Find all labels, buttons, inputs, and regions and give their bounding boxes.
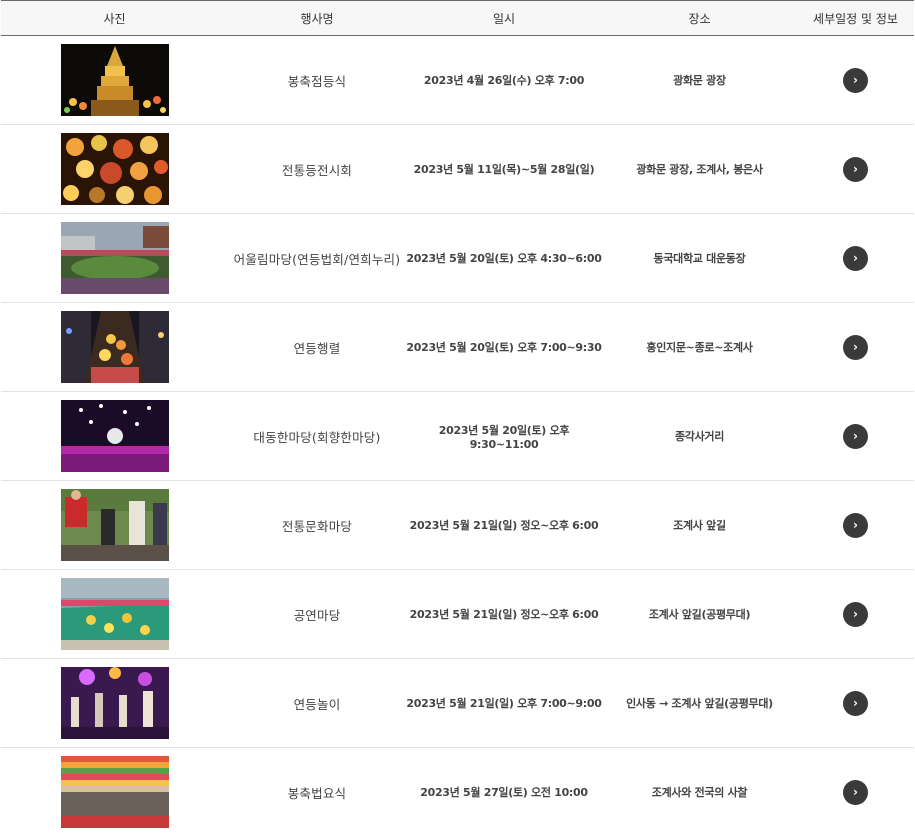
chevron-right-icon: ›: [853, 518, 858, 532]
detail-button[interactable]: ›: [843, 68, 868, 93]
event-date: 2023년 5월 21일(일) 정오~오후 6:00: [406, 481, 602, 570]
event-place: 조계사 앞길(공평무대): [602, 570, 797, 659]
table-row: 연등행렬 2023년 5월 20일(토) 오후 7:00~9:30 흥인지문~종…: [1, 303, 914, 392]
event-date: 2023년 5월 11일(목)~5월 28일(일): [406, 125, 602, 214]
table-row: 대동한마당(회향한마당) 2023년 5월 20일(토) 오후 9:30~11:…: [1, 392, 914, 481]
chevron-right-icon: ›: [853, 696, 858, 710]
table-row: 봉축법요식 2023년 5월 27일(토) 오전 10:00 조계사와 전국의 …: [1, 748, 914, 836]
header-name: 행사명: [228, 1, 406, 36]
event-name: 공연마당: [228, 570, 406, 659]
event-place: 광화문 광장, 조계사, 봉은사: [602, 125, 797, 214]
detail-button[interactable]: ›: [843, 335, 868, 360]
event-name: 전통등전시회: [228, 125, 406, 214]
event-name: 연등놀이: [228, 659, 406, 748]
event-name: 봉축법요식: [228, 748, 406, 836]
table-row: 전통문화마당 2023년 5월 21일(일) 정오~오후 6:00 조계사 앞길…: [1, 481, 914, 570]
event-date: 2023년 5월 21일(일) 오후 7:00~9:00: [406, 659, 602, 748]
table-row: 공연마당 2023년 5월 21일(일) 정오~오후 6:00 조계사 앞길(공…: [1, 570, 914, 659]
event-photo-festival-crowd: [61, 400, 169, 472]
table-row: 어울림마당(연등법회/연희누리) 2023년 5월 20일(토) 오후 4:30…: [1, 214, 914, 303]
event-name: 연등행렬: [228, 303, 406, 392]
detail-button[interactable]: ›: [843, 780, 868, 805]
event-place: 광화문 광장: [602, 36, 797, 125]
chevron-right-icon: ›: [853, 73, 858, 87]
chevron-right-icon: ›: [853, 162, 858, 176]
event-place: 동국대학교 대운동장: [602, 214, 797, 303]
event-date: 2023년 4월 26일(수) 오후 7:00: [406, 36, 602, 125]
chevron-right-icon: ›: [853, 340, 858, 354]
event-place: 조계사와 전국의 사찰: [602, 748, 797, 836]
chevron-right-icon: ›: [853, 785, 858, 799]
event-date: 2023년 5월 20일(토) 오후 4:30~6:00: [406, 214, 602, 303]
event-photo-lantern-parade: [61, 311, 169, 383]
detail-button[interactable]: ›: [843, 157, 868, 182]
event-date: 2023년 5월 27일(토) 오전 10:00: [406, 748, 602, 836]
event-photo-ceremony: [61, 756, 169, 828]
event-name: 대동한마당(회향한마당): [228, 392, 406, 481]
event-date: 2023년 5월 21일(일) 정오~오후 6:00: [406, 570, 602, 659]
header-date: 일시: [406, 1, 602, 36]
event-photo-lantern-exhibit: [61, 133, 169, 205]
table-row: 전통등전시회 2023년 5월 11일(목)~5월 28일(일) 광화문 광장,…: [1, 125, 914, 214]
detail-button[interactable]: ›: [843, 513, 868, 538]
header-detail: 세부일정 및 정보: [797, 1, 914, 36]
detail-button[interactable]: ›: [843, 424, 868, 449]
detail-button[interactable]: ›: [843, 246, 868, 271]
event-date: 2023년 5월 20일(토) 오후 9:30~11:00: [406, 392, 602, 481]
event-photo-street-performance: [61, 578, 169, 650]
event-photo-cultural-fair: [61, 489, 169, 561]
table-row: 봉축점등식 2023년 4월 26일(수) 오후 7:00 광화문 광장 ›: [1, 36, 914, 125]
event-place: 흥인지문~종로~조계사: [602, 303, 797, 392]
event-name: 어울림마당(연등법회/연희누리): [228, 214, 406, 303]
event-place: 종각사거리: [602, 392, 797, 481]
header-photo: 사진: [1, 1, 228, 36]
event-photo-lantern-pagoda: [61, 44, 169, 116]
header-place: 장소: [602, 1, 797, 36]
chevron-right-icon: ›: [853, 251, 858, 265]
event-place: 인사동 → 조계사 앞길(공평무대): [602, 659, 797, 748]
event-photo-lantern-play: [61, 667, 169, 739]
detail-button[interactable]: ›: [843, 691, 868, 716]
event-place: 조계사 앞길: [602, 481, 797, 570]
event-name: 전통문화마당: [228, 481, 406, 570]
chevron-right-icon: ›: [853, 607, 858, 621]
table-row: 연등놀이 2023년 5월 21일(일) 오후 7:00~9:00 인사동 → …: [1, 659, 914, 748]
detail-button[interactable]: ›: [843, 602, 868, 627]
events-table: 사진 행사명 일시 장소 세부일정 및 정보 봉축: [1, 0, 914, 836]
chevron-right-icon: ›: [853, 429, 858, 443]
event-photo-stadium-crowd: [61, 222, 169, 294]
event-name: 봉축점등식: [228, 36, 406, 125]
event-date: 2023년 5월 20일(토) 오후 7:00~9:30: [406, 303, 602, 392]
table-header-row: 사진 행사명 일시 장소 세부일정 및 정보: [1, 1, 914, 36]
